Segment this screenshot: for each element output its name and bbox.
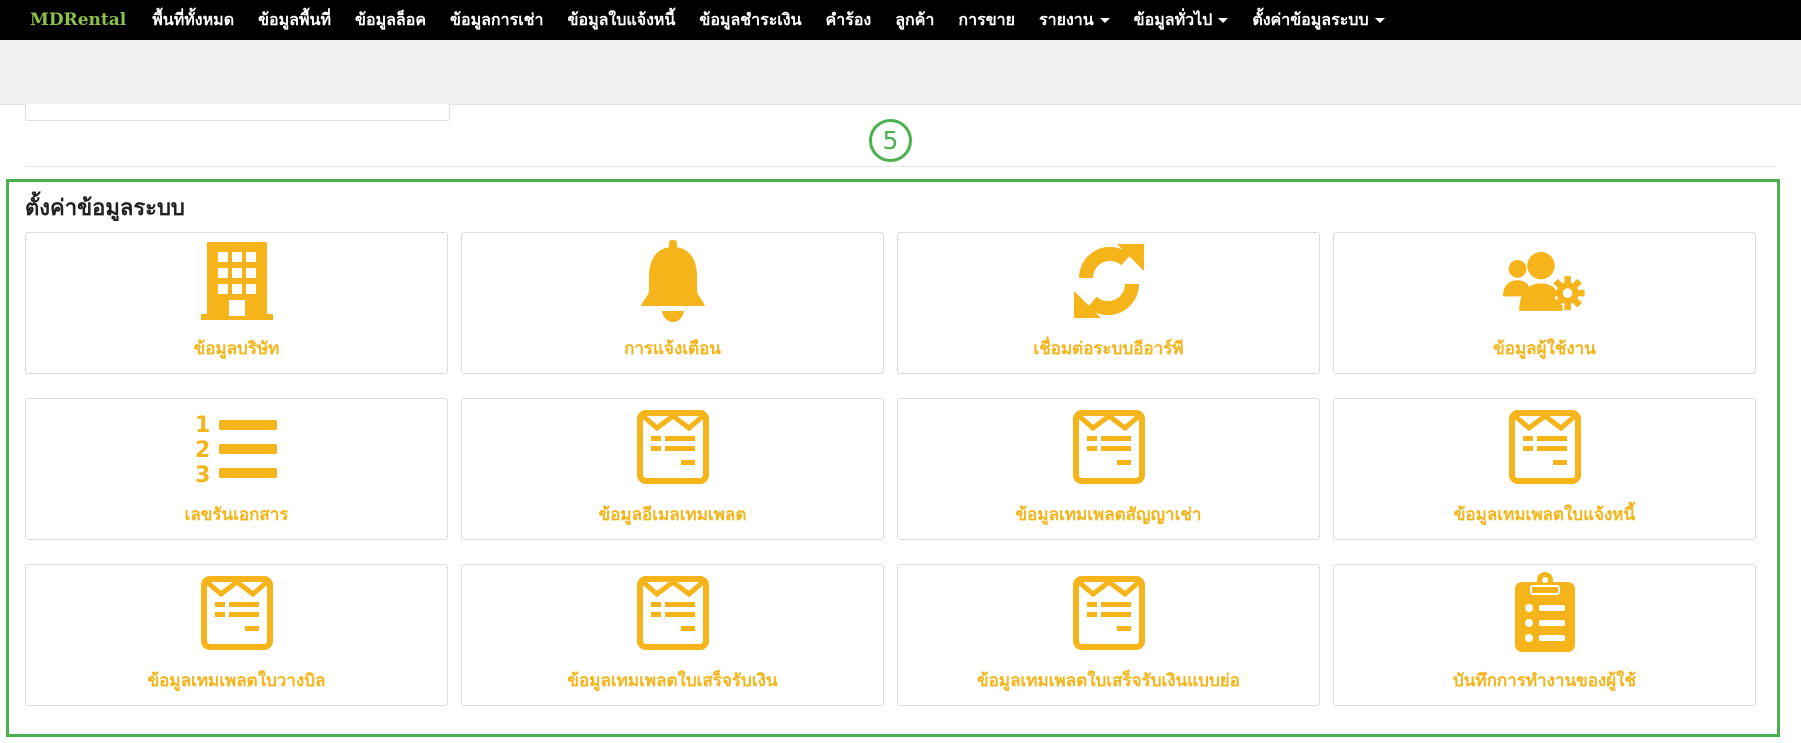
tile-document-numbering[interactable]: 1 2 3 เลขรันเอกสาร bbox=[25, 398, 448, 540]
tile-notifications[interactable]: การแจ้งเตือน bbox=[461, 232, 884, 374]
nav-item-lock-info[interactable]: ข้อมูลล็อค bbox=[355, 8, 426, 33]
tile-label: ข้อมูลเทมเพลตสัญญาเช่า bbox=[1015, 505, 1202, 525]
tile-receipt-template[interactable]: ข้อมูลเทมเพลตใบเสร็จรับเงิน bbox=[461, 564, 884, 706]
caret-down-icon bbox=[1218, 17, 1229, 23]
clipboard-list-icon bbox=[1503, 571, 1587, 655]
email-template-icon bbox=[195, 571, 279, 655]
tile-billing-note-template[interactable]: ข้อมูลเทมเพลตใบวางบิล bbox=[25, 564, 448, 706]
tile-label: ข้อมูลบริษัท bbox=[193, 339, 280, 359]
tile-label: เชื่อมต่อระบบอีอาร์พี bbox=[1033, 339, 1184, 359]
users-cog-icon bbox=[1502, 239, 1587, 323]
sub-header-bar bbox=[0, 40, 1801, 105]
tile-user-info[interactable]: ข้อมูลผู้ใช้งาน bbox=[1333, 232, 1756, 374]
svg-text:3: 3 bbox=[195, 463, 210, 484]
tile-lease-contract-template[interactable]: ข้อมูลเทมเพลตสัญญาเช่า bbox=[897, 398, 1320, 540]
nav-item-general-info[interactable]: ข้อมูลทั่วไป bbox=[1134, 8, 1229, 33]
nav-item-sales[interactable]: การขาย bbox=[958, 8, 1015, 33]
nav-item-system-settings[interactable]: ตั้งค่าข้อมูลระบบ bbox=[1252, 8, 1385, 33]
nav-item-invoice-info[interactable]: ข้อมูลใบแจ้งหนี้ bbox=[568, 8, 676, 33]
tile-label: ข้อมูลเทมเพลตใบวางบิล bbox=[147, 671, 326, 691]
bell-icon bbox=[631, 239, 715, 323]
svg-text:2: 2 bbox=[195, 438, 210, 463]
tile-label: เลขรันเอกสาร bbox=[184, 505, 289, 525]
top-navbar: MDRental พื้นที่ทั้งหมด ข้อมูลพื้นที่ ข้… bbox=[0, 0, 1801, 40]
caret-down-icon bbox=[1374, 17, 1385, 23]
email-template-icon bbox=[1067, 571, 1151, 655]
caret-down-icon bbox=[1099, 17, 1110, 23]
tile-label: ข้อมูลเทมเพลตใบแจ้งหนี้ bbox=[1453, 505, 1636, 525]
email-template-icon bbox=[631, 405, 715, 489]
tile-label: ข้อมูลอีเมลเทมเพลต bbox=[598, 505, 747, 525]
tile-email-template[interactable]: ข้อมูลอีเมลเทมเพลต bbox=[461, 398, 884, 540]
building-icon bbox=[195, 239, 279, 323]
step-number-badge: 5 bbox=[869, 119, 912, 162]
email-template-icon bbox=[1503, 405, 1587, 489]
brand-logo[interactable]: MDRental bbox=[30, 10, 126, 30]
email-template-icon bbox=[1067, 405, 1151, 489]
email-template-icon bbox=[631, 571, 715, 655]
nav-item-reports[interactable]: รายงาน bbox=[1039, 8, 1110, 33]
nav-item-payment-info[interactable]: ข้อมูลชำระเงิน bbox=[699, 8, 801, 33]
tile-erp-connection[interactable]: เชื่อมต่อระบบอีอาร์พี bbox=[897, 232, 1320, 374]
tile-label: การแจ้งเตือน bbox=[624, 339, 721, 359]
previous-section-card bbox=[25, 104, 450, 121]
sync-icon bbox=[1067, 239, 1151, 323]
section-title: ตั้งค่าข้อมูลระบบ bbox=[25, 196, 185, 221]
numbered-list-icon: 1 2 3 bbox=[195, 405, 279, 489]
tile-company-info[interactable]: ข้อมูลบริษัท bbox=[25, 232, 448, 374]
svg-text:1: 1 bbox=[195, 413, 210, 438]
nav-item-area-info[interactable]: ข้อมูลพื้นที่ bbox=[258, 8, 331, 33]
tile-invoice-template[interactable]: ข้อมูลเทมเพลตใบแจ้งหนี้ bbox=[1333, 398, 1756, 540]
tile-label: บันทึกการทำงานของผู้ใช้ bbox=[1452, 671, 1637, 691]
tile-short-receipt-template[interactable]: ข้อมูลเทมเพลตใบเสร็จรับเงินแบบย่อ bbox=[897, 564, 1320, 706]
tile-label: ข้อมูลเทมเพลตใบเสร็จรับเงิน bbox=[567, 671, 778, 691]
tile-label: ข้อมูลเทมเพลตใบเสร็จรับเงินแบบย่อ bbox=[977, 671, 1240, 691]
nav-item-requests[interactable]: คำร้อง bbox=[826, 8, 872, 33]
tile-user-activity-log[interactable]: บันทึกการทำงานของผู้ใช้ bbox=[1333, 564, 1756, 706]
section-divider bbox=[25, 166, 1776, 167]
nav-item-rental-info[interactable]: ข้อมูลการเช่า bbox=[450, 8, 543, 33]
nav-item-all-areas[interactable]: พื้นที่ทั้งหมด bbox=[152, 8, 234, 33]
tile-label: ข้อมูลผู้ใช้งาน bbox=[1493, 339, 1596, 359]
nav-item-customers[interactable]: ลูกค้า bbox=[895, 8, 934, 33]
